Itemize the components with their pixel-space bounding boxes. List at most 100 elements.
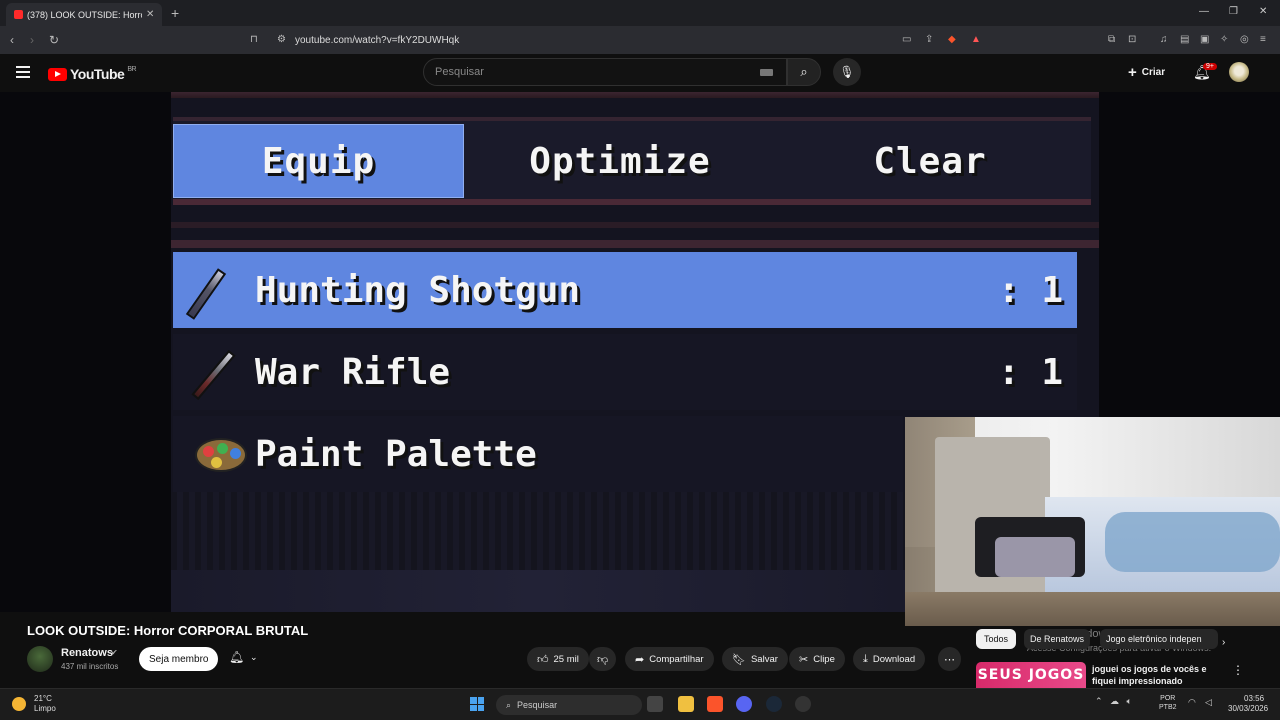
search-icon: ⌕ bbox=[800, 64, 808, 79]
share-icon[interactable]: ⇪ bbox=[925, 34, 933, 45]
discord-icon[interactable] bbox=[736, 696, 752, 712]
account-avatar[interactable] bbox=[1229, 62, 1249, 82]
brave-shields-icon[interactable]: ◆ bbox=[948, 34, 956, 45]
subscriber-count: 437 mil inscritos bbox=[61, 662, 119, 671]
like-count: 25 mil bbox=[553, 653, 579, 665]
taskbar-search[interactable]: ⌕ Pesquisar bbox=[496, 695, 642, 715]
search-input[interactable]: Pesquisar bbox=[423, 58, 787, 86]
weather-description: Limpo bbox=[34, 704, 56, 713]
game-frame-border bbox=[171, 92, 1099, 98]
chip-topic[interactable]: Jogo eletrônico indepen bbox=[1100, 629, 1218, 649]
game-item-row: Hunting Shotgun : 1 bbox=[173, 252, 1077, 328]
restore-icon[interactable]: ❐ bbox=[1229, 6, 1238, 17]
clip-button[interactable]: ✂ Clipe bbox=[789, 647, 845, 671]
url-text: youtube.com/watch?v=fkY2DUWHqk bbox=[295, 34, 460, 46]
sidebar-icon[interactable]: ▤ bbox=[1180, 34, 1189, 45]
url-field[interactable]: youtube.com/watch?v=fkY2DUWHqk bbox=[270, 30, 990, 50]
taskbar-search-placeholder: Pesquisar bbox=[517, 700, 558, 710]
wifi-icon[interactable]: ◠ bbox=[1188, 697, 1196, 708]
create-button[interactable]: + Criar bbox=[1128, 62, 1165, 82]
download-button[interactable]: ⤓ Download bbox=[853, 647, 926, 671]
country-code: BR bbox=[127, 65, 137, 73]
save-label: Salvar bbox=[750, 653, 778, 665]
vpn-icon[interactable]: ◎ bbox=[1240, 34, 1249, 45]
chip-channel[interactable]: De Renatows bbox=[1024, 629, 1091, 649]
share-arrow-icon: ➦ bbox=[635, 653, 645, 666]
join-button[interactable]: Seja membro bbox=[139, 647, 219, 671]
chevron-down-icon[interactable]: ⌄ bbox=[250, 652, 258, 663]
volume-icon[interactable]: ◁ bbox=[1205, 697, 1212, 708]
game-tab-clear: Clear bbox=[873, 140, 987, 182]
scissors-icon: ✂ bbox=[799, 653, 809, 666]
hamburger-menu-icon[interactable] bbox=[16, 66, 30, 78]
download-label: Download bbox=[872, 653, 916, 665]
steam-icon[interactable] bbox=[766, 696, 782, 712]
more-vertical-icon[interactable]: ⋮ bbox=[1232, 663, 1244, 677]
search-button[interactable]: ⌕ bbox=[787, 58, 821, 86]
recommendation-title[interactable]: joguei os jogos de vocês e fiquei impres… bbox=[1092, 663, 1232, 687]
screenshot-icon[interactable]: ⊡ bbox=[1128, 34, 1136, 45]
chip-all[interactable]: Todos bbox=[976, 629, 1017, 649]
item-name: Hunting Shotgun bbox=[255, 269, 581, 311]
obs-icon[interactable] bbox=[795, 696, 811, 712]
tab-title: (378) LOOK OUTSIDE: Horror bbox=[27, 9, 142, 20]
microphone-icon: 🎙 bbox=[839, 65, 855, 79]
like-button[interactable]: 👍︎ 25 mil bbox=[527, 647, 589, 671]
new-tab-icon[interactable]: + bbox=[171, 5, 179, 21]
bookmark-icon[interactable]: ⊓ bbox=[250, 34, 258, 45]
media-icon[interactable]: ♫ bbox=[1160, 34, 1168, 45]
extension-icon[interactable]: ⧉ bbox=[1108, 34, 1115, 45]
more-actions-button[interactable]: ⋯ bbox=[938, 647, 961, 671]
voice-search-button[interactable]: 🎙 bbox=[833, 58, 861, 86]
reload-icon[interactable]: ↻ bbox=[49, 33, 59, 47]
share-label: Compartilhar bbox=[649, 653, 704, 665]
keyboard-icon[interactable] bbox=[760, 69, 773, 76]
forward-icon[interactable]: › bbox=[30, 33, 34, 47]
recommendation-thumbnail[interactable]: SEUS JOGOS bbox=[976, 662, 1086, 688]
brave-browser-icon[interactable] bbox=[707, 696, 723, 712]
clock-time[interactable]: 03:56 bbox=[1244, 694, 1264, 703]
browser-tab[interactable]: (378) LOOK OUTSIDE: Horror ✕ bbox=[6, 3, 162, 26]
task-view-icon[interactable] bbox=[647, 696, 663, 712]
game-item-row: War Rifle : 1 bbox=[173, 334, 1077, 410]
game-divider bbox=[171, 222, 1099, 248]
notification-count-badge: 9+ bbox=[1203, 63, 1217, 70]
item-name: War Rifle bbox=[255, 351, 451, 393]
youtube-favicon-icon bbox=[14, 10, 23, 19]
youtube-logo[interactable]: YouTube BR bbox=[48, 65, 137, 82]
create-label: Criar bbox=[1141, 66, 1166, 78]
weather-moon-icon[interactable] bbox=[12, 697, 26, 711]
clock-date[interactable]: 30/03/2026 bbox=[1228, 704, 1268, 713]
windows-start-icon[interactable] bbox=[470, 697, 484, 711]
search-icon: ⌕ bbox=[506, 699, 512, 710]
subscription-bell-icon[interactable]: 🔔︎ bbox=[229, 650, 244, 664]
video-title: LOOK OUTSIDE: Horror CORPORAL BRUTAL bbox=[27, 623, 309, 638]
language-indicator[interactable]: POR PTB2 bbox=[1159, 694, 1177, 712]
close-tab-icon[interactable]: ✕ bbox=[146, 9, 154, 20]
item-name: Paint Palette bbox=[255, 433, 537, 475]
leo-icon[interactable]: ✧ bbox=[1220, 34, 1228, 45]
dislike-button[interactable]: 👎︎ bbox=[589, 647, 617, 671]
close-window-icon[interactable]: ✕ bbox=[1259, 6, 1267, 17]
verified-icon: ✔ bbox=[111, 648, 118, 657]
rifle-icon bbox=[189, 342, 249, 402]
back-icon[interactable]: ‹ bbox=[10, 33, 14, 47]
wallet-icon[interactable]: ▣ bbox=[1200, 34, 1209, 45]
save-button[interactable]: 🔖︎ Salvar bbox=[722, 647, 788, 671]
chevron-right-icon[interactable]: › bbox=[1222, 637, 1225, 648]
browser-menu-icon[interactable]: ≡ bbox=[1260, 34, 1266, 45]
browser-tab-bar bbox=[0, 0, 1280, 26]
youtube-logo-text: YouTube bbox=[70, 66, 125, 82]
keyboard-layout: PTB2 bbox=[1159, 704, 1177, 711]
rewards-icon[interactable]: ▲ bbox=[971, 34, 981, 45]
system-tray-icons[interactable]: ⌃ ☁ 🔈︎ bbox=[1095, 696, 1132, 707]
download-icon: ⤓ bbox=[863, 652, 868, 665]
palette-icon bbox=[189, 424, 249, 484]
file-explorer-icon[interactable] bbox=[678, 696, 694, 712]
channel-avatar[interactable] bbox=[27, 646, 53, 672]
share-button[interactable]: ➦ Compartilhar bbox=[625, 647, 714, 671]
channel-name[interactable]: Renatows bbox=[61, 647, 113, 659]
cast-icon[interactable]: ▭ bbox=[902, 34, 911, 45]
youtube-play-icon bbox=[48, 67, 67, 81]
minimize-icon[interactable]: — bbox=[1199, 6, 1209, 17]
